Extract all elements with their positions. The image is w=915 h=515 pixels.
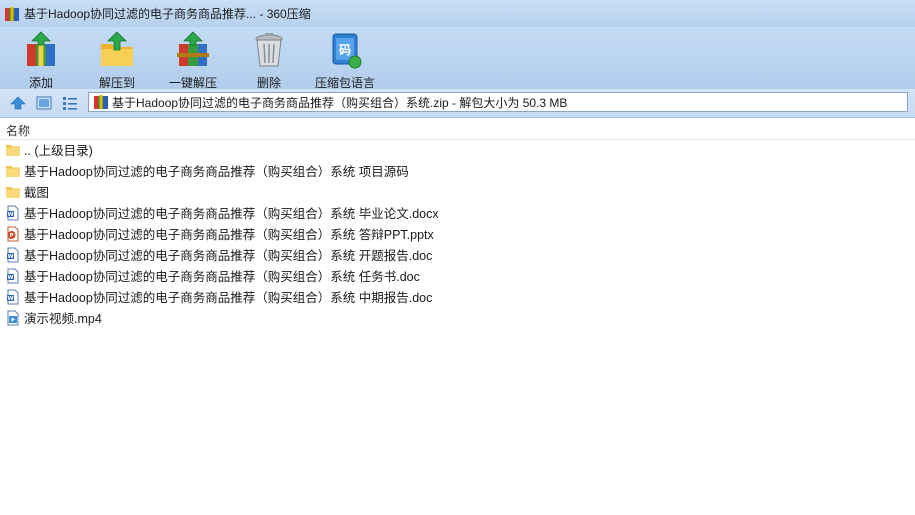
archive-encoding-button[interactable]: 码 压缩包语言	[308, 27, 382, 91]
word-document-icon: W	[7, 247, 19, 262]
add-archive-icon	[27, 31, 55, 66]
list-item-file[interactable]: P 基于Hadoop协同过滤的电子商务商品推荐（购买组合）系统 答辩PPT.pp…	[0, 223, 915, 244]
list-item-file[interactable]: 演示视频.mp4	[0, 307, 915, 328]
list-item-file[interactable]: W 基于Hadoop协同过滤的电子商务商品推荐（购买组合）系统 开题报告.doc	[0, 244, 915, 265]
window-title: 基于Hadoop协同过滤的电子商务商品推荐... - 360压缩	[24, 7, 311, 21]
folder-icon	[6, 186, 20, 198]
one-click-extract-button[interactable]: 一键解压	[156, 27, 230, 91]
svg-text:W: W	[7, 254, 13, 260]
svg-text:码: 码	[339, 43, 351, 57]
extract-to-button[interactable]: 解压到	[80, 27, 154, 91]
svg-text:W: W	[7, 275, 13, 281]
extract-folder-icon	[101, 31, 133, 66]
zip-archive-icon	[94, 95, 108, 109]
list-item-folder[interactable]: 基于Hadoop协同过滤的电子商务商品推荐（购买组合）系统 项目源码	[0, 160, 915, 181]
toolbar: 添加 解压到 一键解压 删除 码 压缩包语言	[0, 27, 915, 91]
trash-can-icon	[255, 33, 283, 67]
powerpoint-icon: P	[7, 226, 19, 241]
list-item-file[interactable]: W 基于Hadoop协同过滤的电子商务商品推荐（购买组合）系统 任务书.doc	[0, 265, 915, 286]
add-button[interactable]: 添加	[4, 27, 78, 91]
address-bar: 基于Hadoop协同过滤的电子商务商品推荐（购买组合）系统.zip - 解包大小…	[0, 89, 915, 118]
thumbnail-view-icon[interactable]	[36, 95, 52, 111]
title-bar: 基于Hadoop协同过滤的电子商务商品推荐... - 360压缩	[0, 0, 915, 27]
svg-text:W: W	[7, 296, 13, 302]
archive-path: 基于Hadoop协同过滤的电子商务商品推荐（购买组合）系统.zip - 解包大小…	[112, 95, 568, 110]
list-view-icon[interactable]	[62, 95, 78, 111]
svg-text:W: W	[7, 212, 13, 218]
address-field[interactable]: 基于Hadoop协同过滤的电子商务商品推荐（购买组合）系统.zip - 解包大小…	[88, 92, 908, 112]
word-document-icon: W	[7, 289, 19, 304]
delete-button[interactable]: 删除	[232, 27, 306, 91]
column-header-name[interactable]: 名称	[6, 122, 30, 139]
list-item-file[interactable]: W 基于Hadoop协同过滤的电子商务商品推荐（购买组合）系统 毕业论文.doc…	[0, 202, 915, 223]
up-arrow-icon[interactable]	[10, 95, 26, 111]
folder-icon	[6, 165, 20, 177]
video-file-icon	[7, 310, 19, 325]
list-item-parent-directory[interactable]: .. (上级目录)	[0, 139, 915, 160]
word-document-icon: W	[7, 268, 19, 283]
word-document-icon: W	[7, 205, 19, 220]
encoding-icon: 码	[332, 33, 362, 69]
file-list: .. (上级目录) 基于Hadoop协同过滤的电子商务商品推荐（购买组合）系统 …	[0, 139, 915, 328]
svg-text:P: P	[9, 233, 13, 239]
folder-icon	[6, 144, 20, 156]
column-header: 名称	[0, 118, 915, 140]
one-click-extract-icon	[177, 31, 209, 66]
list-item-folder[interactable]: 截图	[0, 181, 915, 202]
archive-app-icon	[5, 6, 19, 21]
list-item-file[interactable]: W 基于Hadoop协同过滤的电子商务商品推荐（购买组合）系统 中期报告.doc	[0, 286, 915, 307]
